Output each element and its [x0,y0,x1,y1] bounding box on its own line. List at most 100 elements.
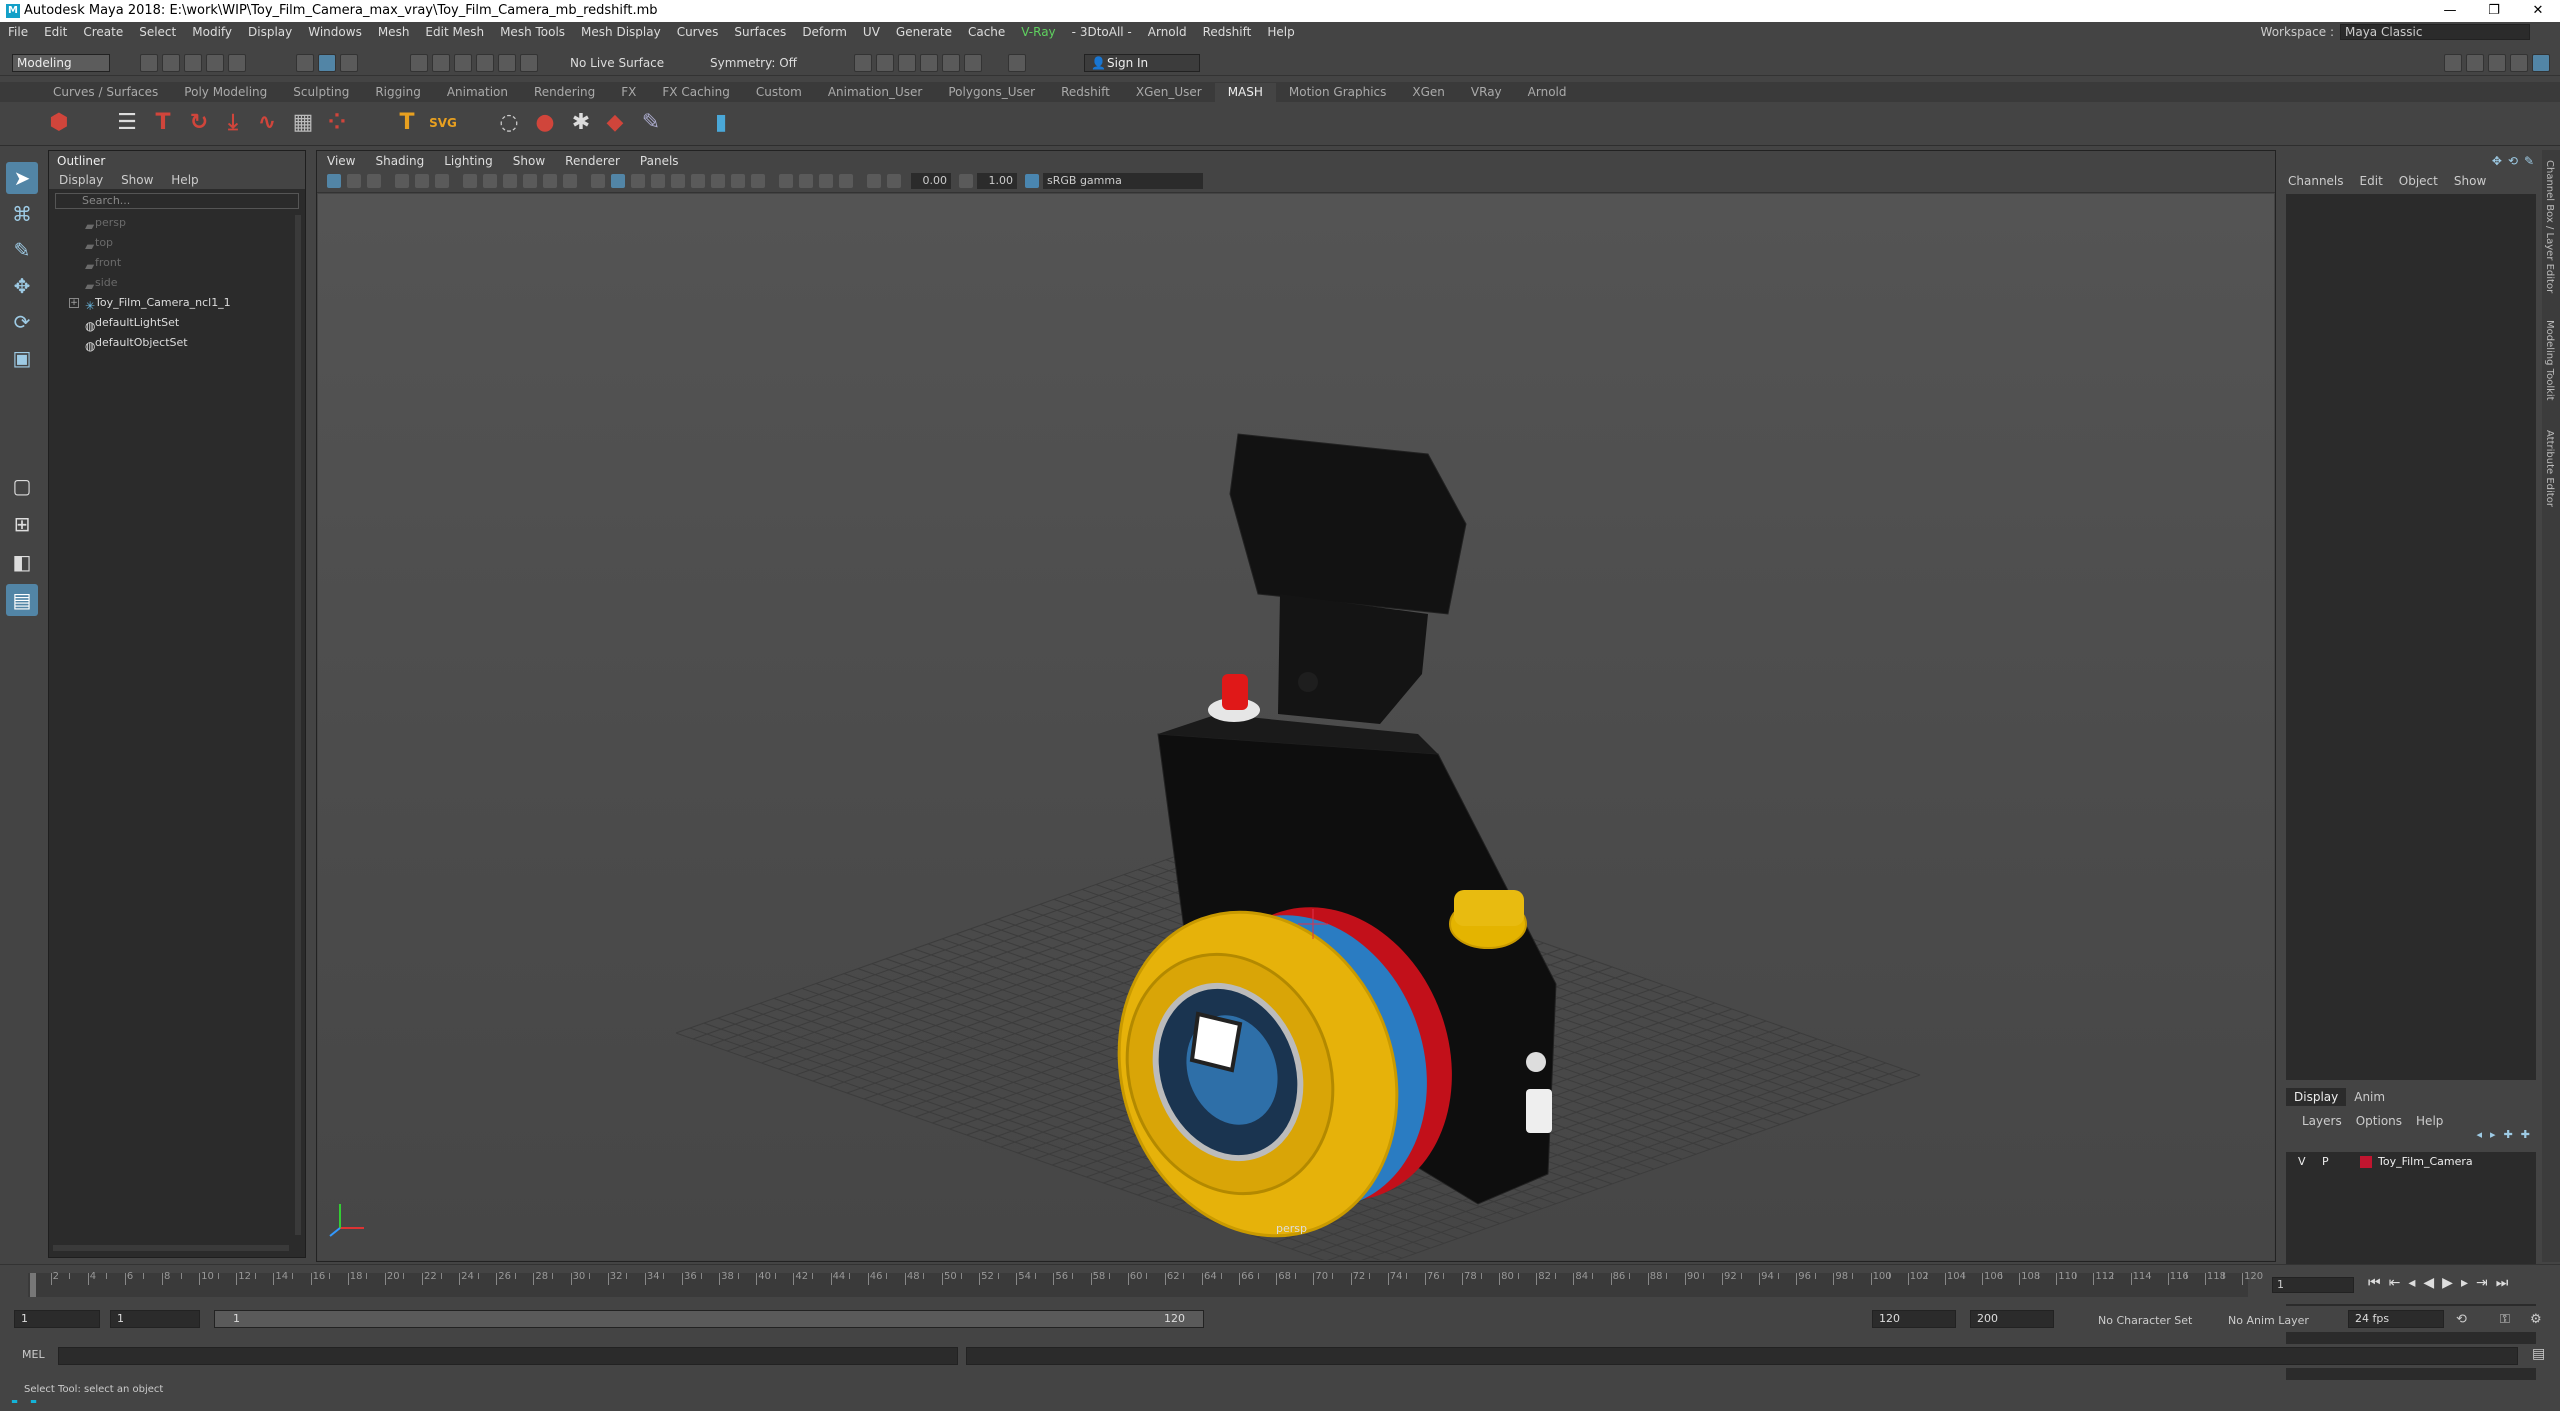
four-view-layout-icon[interactable]: ⊞ [6,508,38,540]
menu-set-dropdown[interactable]: Modeling [12,54,110,72]
layer-editor-toggle-icon[interactable] [2532,54,2550,72]
shelf-tab-xgen-user[interactable]: XGen_User [1123,83,1215,102]
snap-grid-icon[interactable] [410,54,428,72]
time-ruler[interactable]: 2 4 6 8 10 12 14 16 18 20 22 24 26 28 30 32 34 36 38 40 42 44… [28,1271,2263,1297]
mash-signal-icon[interactable]: ✱ [566,108,596,138]
outliner-search-input[interactable]: Search... [55,193,299,209]
mash-type-icon[interactable]: T [148,108,178,138]
menu-edit[interactable]: Edit [44,25,67,39]
layer-menu-help[interactable]: Help [2416,1112,2443,1130]
anim-layer-dropdown[interactable]: No Anim Layer [2228,1314,2309,1327]
menu-cache[interactable]: Cache [968,25,1005,39]
menu-display[interactable]: Display [248,25,292,39]
snap-vertex-icon[interactable] [520,54,538,72]
mash-create-network-icon[interactable]: ⬢ [44,108,74,138]
scale-tool-icon[interactable]: ▣ [6,342,38,374]
shelf-tab-poly-modeling[interactable]: Poly Modeling [171,83,280,102]
outliner-item-top[interactable]: ▰ top [49,233,305,253]
sync-icon[interactable]: ⟲ [2508,154,2518,168]
menu-3dtoall[interactable]: - 3DtoAll - [1072,25,1132,39]
symmetry-field[interactable]: Symmetry: Off [710,54,797,72]
gamma-input[interactable]: 1.00 [977,173,1017,189]
command-input[interactable] [58,1347,958,1365]
gamma-icon[interactable] [959,174,973,188]
single-perspective-layout-icon[interactable]: ▢ [6,470,38,502]
go-to-start-icon[interactable]: ⏮ [2368,1275,2381,1291]
side-tab-attribute-editor[interactable]: Attribute Editor [2544,430,2555,507]
persp-outliner-layout-icon[interactable]: ◧ [6,546,38,578]
modeling-toolkit-toggle-icon[interactable] [2444,54,2462,72]
save-scene-icon[interactable] [184,54,202,72]
mash-curve-icon[interactable]: ↻ [184,108,214,138]
mash-dynamics-icon[interactable]: ◌ [494,108,524,138]
outliner-vertical-scrollbar[interactable] [295,215,301,1235]
move-layer-up-icon[interactable]: ◂ [2477,1128,2483,1141]
hypershade-icon[interactable] [920,54,938,72]
shelf-tab-fx-caching[interactable]: FX Caching [649,83,742,102]
outliner-item-persp[interactable]: ▰ persp [49,213,305,233]
outliner-horizontal-scrollbar[interactable] [53,1245,289,1251]
safe-action-icon[interactable] [563,174,577,188]
outliner-persp-layout-icon[interactable]: ▤ [6,584,38,616]
shelf-tab-rendering[interactable]: Rendering [521,83,608,102]
shelf-tab-polygons-user[interactable]: Polygons_User [935,83,1048,102]
step-forward-key-icon[interactable]: ⇥ [2476,1275,2488,1291]
channel-menu-channels[interactable]: Channels [2288,174,2344,188]
isolate-select-icon[interactable] [711,174,725,188]
current-time-indicator[interactable] [30,1273,36,1297]
viewport-menu-view[interactable]: View [327,154,355,168]
layer-row[interactable]: V P Toy_Film_Camera [2286,1152,2536,1172]
layer-menu-layers[interactable]: Layers [2302,1112,2342,1130]
menu-surfaces[interactable]: Surfaces [734,25,786,39]
shelf-tab-vray[interactable]: VRay [1458,83,1515,102]
layer-color-swatch[interactable] [2360,1156,2372,1168]
bookmarks-icon[interactable] [367,174,381,188]
render-current-icon[interactable] [854,54,872,72]
shadows-icon[interactable] [691,174,705,188]
mash-red-sphere-icon[interactable]: ● [530,108,560,138]
step-forward-frame-icon[interactable]: ▸ [2461,1275,2468,1291]
viewport-menu-renderer[interactable]: Renderer [565,154,620,168]
open-scene-icon[interactable] [162,54,180,72]
camera-lock-icon[interactable] [867,174,881,188]
view-transform-dropdown[interactable]: sRGB gamma [1043,173,1203,189]
viewport-menu-panels[interactable]: Panels [640,154,679,168]
mash-blend-icon[interactable]: ◆ [600,108,630,138]
wireframe-icon[interactable] [591,174,605,188]
smooth-shade-icon[interactable] [611,174,625,188]
menu-help[interactable]: Help [1267,25,1294,39]
restore-button[interactable]: ❐ [2472,0,2516,22]
exposure-icon[interactable] [887,174,901,188]
pause-viewport-icon[interactable] [1008,54,1026,72]
go-to-end-icon[interactable]: ⏭ [2496,1275,2509,1291]
mash-spline-icon[interactable]: ∿ [252,108,282,138]
workspace-dropdown[interactable]: Maya Classic [2340,24,2530,40]
render-setup-icon[interactable] [964,54,982,72]
range-slider[interactable]: 1 120 [214,1310,1204,1328]
snap-point-icon[interactable] [454,54,472,72]
menu-vray[interactable]: V-Ray [1021,25,1055,39]
current-frame-input[interactable]: 1 [2272,1277,2354,1293]
shelf-tab-xgen[interactable]: XGen [1399,83,1458,102]
menu-generate[interactable]: Generate [896,25,952,39]
resolution-gate-icon[interactable] [503,174,517,188]
menu-mesh[interactable]: Mesh [378,25,410,39]
tool-settings-toggle-icon[interactable] [2488,54,2506,72]
step-back-frame-icon[interactable]: ◂ [2408,1275,2415,1291]
layer-tab-anim[interactable]: Anim [2346,1088,2393,1106]
outliner-menu-help[interactable]: Help [171,173,198,187]
rotate-tool-icon[interactable]: ⟳ [6,306,38,338]
preferences-icon[interactable]: ⚙ [2530,1312,2542,1327]
menu-uv[interactable]: UV [863,25,880,39]
edit-icon[interactable]: ✎ [2524,154,2534,168]
menu-arnold[interactable]: Arnold [1148,25,1187,39]
menu-select[interactable]: Select [139,25,176,39]
play-forwards-icon[interactable]: ▶ [2442,1275,2453,1291]
wireframe-on-shaded-icon[interactable] [631,174,645,188]
shelf-tab-redshift[interactable]: Redshift [1048,83,1123,102]
shelf-tab-arnold[interactable]: Arnold [1515,83,1580,102]
snap-surface-icon[interactable] [498,54,516,72]
pin-icon[interactable]: ✥ [2492,154,2502,168]
screen-space-ao-icon[interactable] [779,174,793,188]
lights-icon[interactable] [671,174,685,188]
